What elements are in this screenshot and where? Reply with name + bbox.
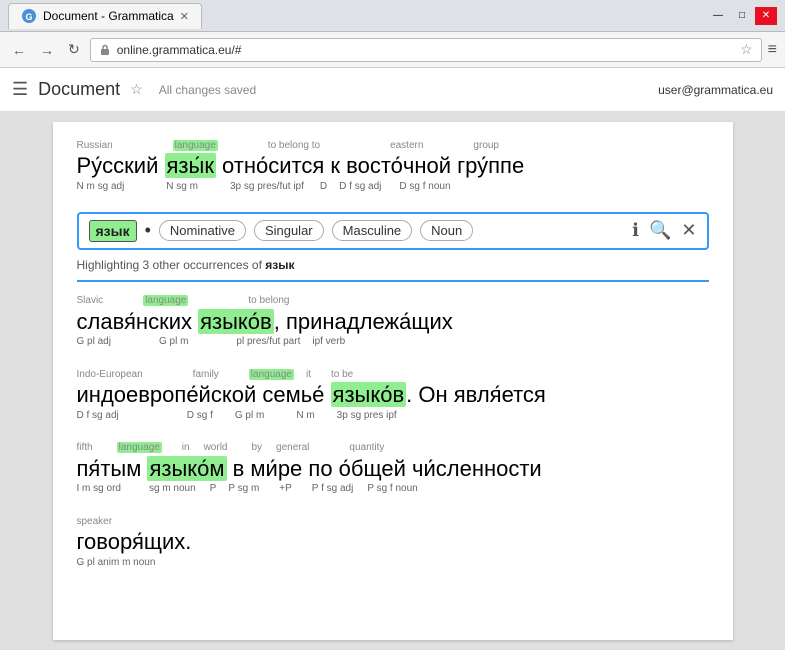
window-controls: — □ ✕ [707, 7, 777, 25]
sentence-2-text: славя́нских языко́в, принадлежа́щих [77, 308, 709, 337]
main-content: Russian language to belong to eastern gr… [0, 112, 785, 650]
hamburger-menu-icon[interactable]: ☰ [12, 79, 28, 100]
back-btn[interactable]: ← [8, 40, 30, 60]
sentence-4-top-labels: fifth language in world by general quant… [77, 441, 709, 455]
document-area: Russian language to belong to eastern gr… [53, 122, 733, 640]
browser-menu-icon[interactable]: ≡ [768, 41, 777, 59]
sentence-4-bot-labels: I m sg ord sg m noun P P sg m +P P f sg … [77, 483, 709, 494]
user-email: user@grammatica.eu [658, 83, 773, 97]
sentence-5-top-labels: speaker [77, 514, 709, 528]
tab-favicon: G [21, 8, 37, 24]
close-icon[interactable]: ✕ [681, 220, 696, 241]
info-icon[interactable]: ℹ [632, 220, 639, 241]
sentence-5: speaker говоря́щих. G pl anim m noun [77, 514, 709, 568]
document-title: Document [38, 79, 120, 100]
sentence-5-text: говоря́щих. [77, 528, 709, 557]
popup-icons: ℹ 🔍 ✕ [632, 220, 696, 241]
svg-text:G: G [25, 12, 32, 22]
sentence-1-bot-labels: N m sg adj N sg m 3p sg pres/fut ipf D D… [77, 181, 709, 192]
title-bar: G Document - Grammatica ✕ — □ ✕ [0, 0, 785, 32]
sentence-3-bot-labels: D f sg adj D sg f G pl m N m 3p sg pres … [77, 410, 709, 421]
sentence-1: Russian language to belong to eastern gr… [77, 138, 709, 192]
tab-title: Document - Grammatica [43, 9, 174, 23]
highlight-word: язык [265, 258, 294, 272]
close-btn[interactable]: ✕ [755, 7, 777, 25]
maximize-btn[interactable]: □ [731, 7, 753, 25]
url-text: online.grammatica.eu/# [117, 43, 242, 57]
sentence-2-bot-labels: G pl adj G pl m pl pres/fut part ipf ver… [77, 336, 709, 347]
sentence-3-text: индоевропе́йской семье́ языко́в. Он явля… [77, 381, 709, 410]
popup-tag-nominative[interactable]: Nominative [159, 220, 246, 241]
popup-tag-noun[interactable]: Noun [420, 220, 473, 241]
tab-close-btn[interactable]: ✕ [180, 10, 189, 23]
sentence-4: fifth language in world by general quant… [77, 441, 709, 495]
app-toolbar: ☰ Document ☆ All changes saved user@gram… [0, 68, 785, 112]
bookmark-star-icon[interactable]: ☆ [740, 41, 753, 58]
nav-bar: ← → ↻ online.grammatica.eu/# ☆ ≡ [0, 32, 785, 68]
sentence-2-top-labels: Slavic language to belong [77, 294, 709, 308]
sentence-3-top-labels: Indo-European family language it to be [77, 367, 709, 381]
favorite-star-icon[interactable]: ☆ [130, 81, 143, 98]
popup-tag-singular[interactable]: Singular [254, 220, 324, 241]
sentence-1-top-labels: Russian language to belong to eastern gr… [77, 138, 709, 152]
sentence-2: Slavic language to belong славя́нских яз… [77, 294, 709, 348]
browser-tab[interactable]: G Document - Grammatica ✕ [8, 3, 202, 29]
popup-tag-masculine[interactable]: Masculine [332, 220, 413, 241]
popup-bar: язык • Nominative Singular Masculine Nou… [77, 212, 709, 250]
lock-icon [99, 44, 111, 56]
reload-btn[interactable]: ↻ [64, 39, 84, 60]
popup-dot: • [145, 220, 151, 241]
sentence-5-bot-labels: G pl anim m noun [77, 557, 709, 568]
saved-status: All changes saved [159, 83, 256, 97]
sentence-4-text: пя́тым языко́м в ми́ре по о́бщей чи́слен… [77, 455, 709, 484]
popup-selected-word: язык [89, 220, 137, 242]
address-bar[interactable]: online.grammatica.eu/# ☆ [90, 38, 762, 62]
sentence-3: Indo-European family language it to be и… [77, 367, 709, 421]
minimize-btn[interactable]: — [707, 7, 729, 25]
search-icon[interactable]: 🔍 [649, 220, 671, 241]
forward-btn[interactable]: → [36, 40, 58, 60]
highlight-note: Highlighting 3 other occurrences of язык [77, 258, 709, 282]
sentence-1-text: Ру́сский язы́к отно́сится к восто́чной г… [77, 152, 709, 181]
